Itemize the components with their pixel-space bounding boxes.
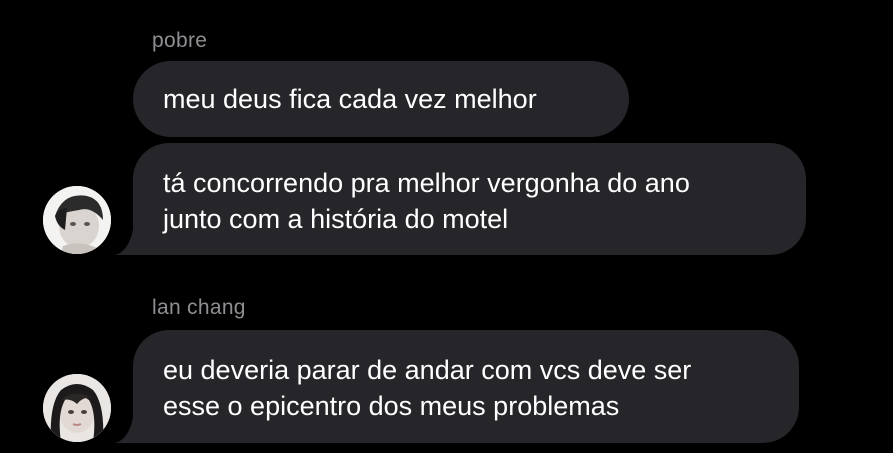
- avatar[interactable]: [43, 186, 111, 254]
- sender-name-lan-chang: lan chang: [152, 296, 246, 319]
- bubble-tail-icon: [115, 229, 141, 255]
- bubble-tail-icon: [115, 417, 141, 443]
- message-bubble[interactable]: meu deus fica cada vez melhor: [133, 61, 629, 137]
- avatar[interactable]: [43, 374, 111, 442]
- message-text-line: tá concorrendo pra melhor vergonha do an…: [163, 168, 690, 198]
- sender-name-pobre: pobre: [152, 29, 208, 52]
- message-bubble[interactable]: eu deveria parar de andar com vcs deve s…: [133, 330, 799, 443]
- message-text-line: eu deveria parar de andar com vcs deve s…: [163, 355, 692, 385]
- avatar-photo-1: [43, 186, 111, 254]
- avatar-photo-2: [43, 374, 111, 442]
- message-text: meu deus fica cada vez melhor: [163, 84, 537, 114]
- message-text-line: esse o epicentro dos meus problemas: [163, 391, 620, 421]
- message-bubble[interactable]: tá concorrendo pra melhor vergonha do an…: [133, 143, 806, 255]
- message-text-line: junto com a história do motel: [163, 204, 509, 234]
